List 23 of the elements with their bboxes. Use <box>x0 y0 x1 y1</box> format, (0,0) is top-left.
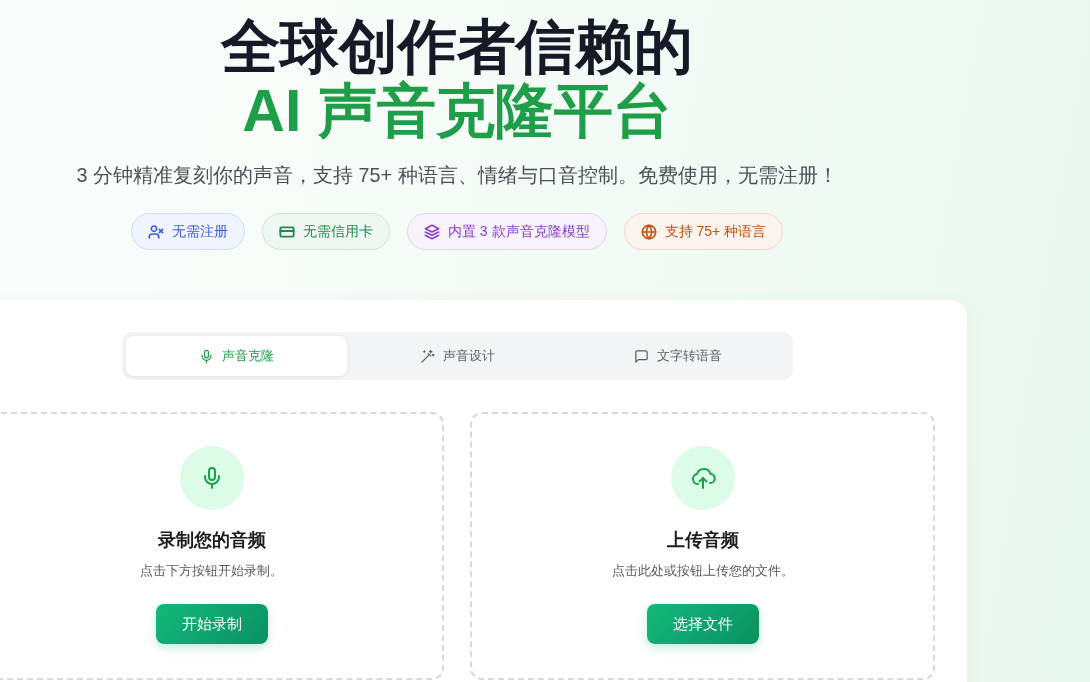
microphone-icon <box>179 446 244 510</box>
chat-bubble-icon <box>634 348 649 364</box>
badge-label: 支持 75+ 种语言 <box>664 222 767 241</box>
mode-tab[interactable]: 文字转语音 <box>567 336 789 376</box>
magic-wand-icon <box>419 348 435 364</box>
cloud-upload-icon <box>670 446 735 510</box>
action-button[interactable]: 开始录制 <box>155 604 268 644</box>
badge-label: 内置 3 款声音克隆模型 <box>447 222 590 241</box>
upload-area[interactable]: 录制您的音频 点击下方按钮开始录制。 开始录制 <box>0 412 444 680</box>
headline: 全球创作者信赖的 <box>221 14 693 80</box>
panel-title: 录制您的音频 <box>157 529 266 552</box>
badge-label: 无需注册 <box>171 222 228 241</box>
panel-title: 上传音频 <box>666 529 739 552</box>
mode-tab[interactable]: 声音克隆 <box>125 336 347 376</box>
subtitle: 3 分钟精准复刻你的声音，支持 75+ 种语言、情绪与口音控制。免费使用，无需注册！ <box>76 163 838 188</box>
action-button[interactable]: 选择文件 <box>646 604 759 644</box>
panel-description: 点击此处或按钮上传您的文件。 <box>611 562 794 580</box>
badge-label: 无需信用卡 <box>302 222 373 241</box>
microphone-icon <box>198 348 214 364</box>
headline-highlight: AI 声音克隆平台 <box>242 80 672 142</box>
upload-area[interactable]: 上传音频 点击此处或按钮上传您的文件。 选择文件 <box>470 412 935 680</box>
mode-tab[interactable]: 声音设计 <box>346 336 568 376</box>
panel-description: 点击下方按钮开始录制。 <box>140 562 283 580</box>
